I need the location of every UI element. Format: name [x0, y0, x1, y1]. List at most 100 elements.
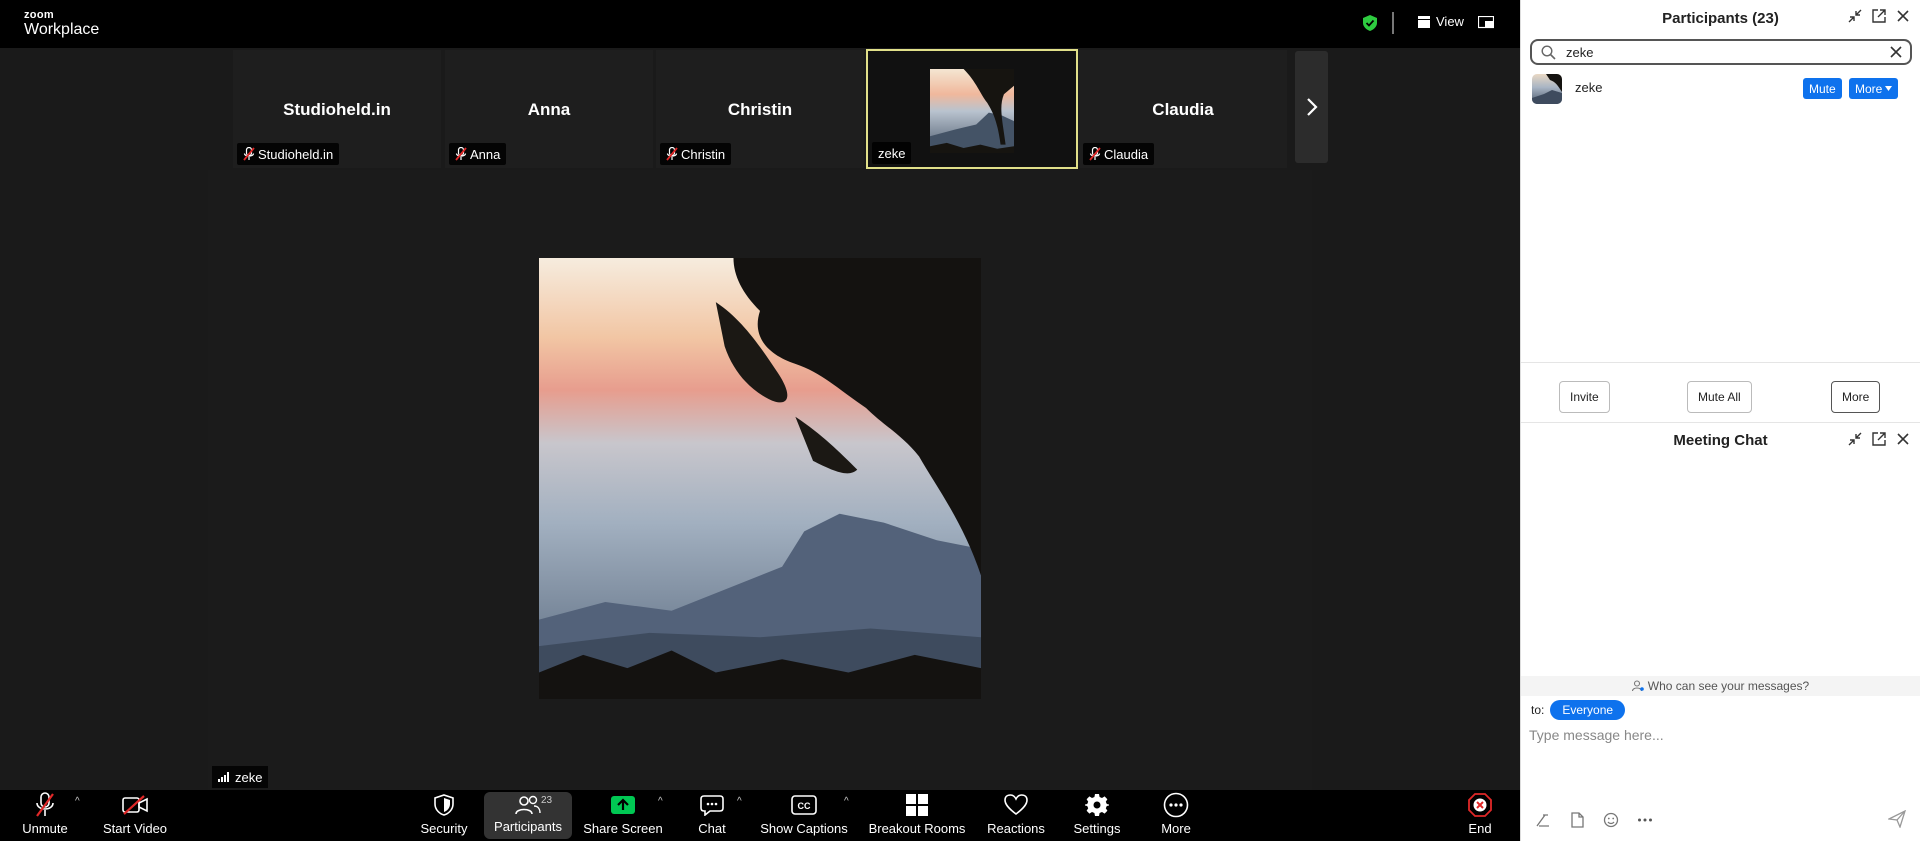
captions-options-caret[interactable]: ^: [844, 796, 849, 807]
tile-tag-label: zeke: [878, 145, 906, 161]
participants-actions: Invite Mute All More: [1521, 381, 1920, 413]
top-bar: zoom Workplace View: [0, 0, 1520, 48]
grid-view-icon: [1418, 15, 1430, 28]
participant-row[interactable]: zeke Mute More: [1521, 72, 1920, 104]
more-label: More: [1161, 821, 1191, 836]
participant-tile[interactable]: Christin Christin: [656, 50, 864, 168]
tile-name: Anna: [527, 100, 571, 119]
participant-tile[interactable]: Anna Anna: [445, 50, 653, 168]
emoji-icon[interactable]: [1603, 812, 1619, 828]
participant-tile-active[interactable]: zeke: [866, 49, 1078, 169]
speaker-video-image: [539, 258, 981, 699]
participants-search-input[interactable]: [1566, 43, 1866, 61]
participant-tile[interactable]: Claudia Claudia: [1079, 50, 1287, 168]
clear-search-icon[interactable]: [1890, 46, 1902, 58]
meeting-toolbar: Unmute ^ Start Video Security Participan…: [0, 790, 1520, 841]
participant-avatar: [1532, 74, 1562, 104]
svg-text:CC: CC: [798, 801, 811, 811]
view-button[interactable]: View: [1418, 14, 1464, 29]
invite-button[interactable]: Invite: [1559, 381, 1610, 413]
meeting-area: zoom Workplace View Studioheld.in Studio…: [0, 0, 1520, 841]
speaker-name-tag: zeke: [212, 766, 269, 788]
show-captions-button[interactable]: CC Show Captions: [758, 790, 850, 841]
settings-button[interactable]: Settings: [1070, 790, 1124, 841]
encryption-shield-icon[interactable]: [1363, 15, 1377, 31]
more-dots-icon: [1163, 792, 1189, 818]
tile-name: Christin: [727, 100, 793, 119]
share-options-caret[interactable]: ^: [658, 796, 663, 807]
participants-panel-controls: [1848, 9, 1910, 23]
pop-out-icon[interactable]: [1872, 9, 1886, 23]
unmute-button[interactable]: Unmute: [14, 790, 76, 841]
chat-label: Chat: [698, 821, 726, 836]
tile-name-tag: Anna: [449, 143, 507, 165]
caret-down-icon: [1885, 86, 1893, 91]
thumbnail-strip: Studioheld.in Studioheld.in Anna Anna Ch…: [230, 48, 1328, 170]
breakout-rooms-button[interactable]: Breakout Rooms: [866, 790, 968, 841]
collapse-icon[interactable]: [1848, 9, 1862, 23]
mic-muted-icon: [243, 147, 255, 161]
participants-icon: [515, 795, 541, 814]
participants-button[interactable]: Participants: [484, 792, 572, 839]
share-screen-icon: [611, 796, 635, 814]
chat-button[interactable]: Chat: [688, 790, 736, 841]
tile-name-tag: Studioheld.in: [237, 143, 340, 165]
tile-tag-label: Anna: [470, 146, 501, 162]
close-icon[interactable]: [1896, 9, 1910, 23]
participant-name: zeke: [1575, 80, 1603, 95]
mute-all-label: Mute All: [1698, 390, 1741, 404]
end-call-icon: [1468, 793, 1492, 817]
gear-icon: [1085, 794, 1109, 816]
recipient-selector[interactable]: Everyone: [1550, 700, 1626, 720]
audio-options-caret[interactable]: ^: [75, 796, 80, 807]
chat-panel-controls: [1848, 432, 1910, 446]
chat-tools: [1535, 812, 1653, 828]
unmute-label: Unmute: [22, 821, 68, 836]
mute-all-button[interactable]: Mute All: [1687, 381, 1752, 413]
send-icon[interactable]: [1888, 810, 1906, 828]
collapse-icon[interactable]: [1848, 432, 1862, 446]
tile-name: Studioheld.in: [283, 100, 391, 119]
share-screen-button[interactable]: Share Screen: [583, 790, 663, 841]
participant-more-label: More: [1855, 81, 1883, 96]
close-icon[interactable]: [1896, 432, 1910, 446]
more-options-icon[interactable]: [1637, 812, 1653, 828]
mute-participant-label: Mute: [1809, 81, 1836, 96]
who-can-see-link[interactable]: Who can see your messages?: [1521, 676, 1920, 696]
window-layout-icon[interactable]: [1478, 16, 1494, 30]
tile-tag-label: Christin: [681, 146, 726, 162]
participants-more-button[interactable]: More: [1831, 381, 1881, 413]
file-icon[interactable]: [1569, 812, 1585, 828]
participants-more-label: More: [1842, 390, 1870, 404]
more-button[interactable]: More: [1160, 790, 1192, 841]
next-page-button[interactable]: [1295, 51, 1328, 163]
invite-label: Invite: [1570, 390, 1599, 404]
show-captions-label: Show Captions: [760, 821, 848, 836]
reactions-label: Reactions: [987, 821, 1045, 836]
breakout-rooms-icon: [906, 794, 928, 816]
participants-count-badge: 23: [541, 795, 553, 806]
logo-workplace-text: Workplace: [24, 21, 100, 38]
chat-message-input[interactable]: [1529, 723, 1909, 747]
end-meeting-button[interactable]: End: [1466, 790, 1494, 841]
security-shield-icon: [434, 794, 454, 816]
tile-tag-label: Claudia: [1104, 146, 1149, 162]
breakout-rooms-label: Breakout Rooms: [868, 821, 966, 836]
participant-tile[interactable]: Studioheld.in Studioheld.in: [233, 50, 441, 168]
participants-label: Participants: [494, 819, 562, 834]
search-icon: [1541, 45, 1556, 60]
format-text-icon[interactable]: [1535, 812, 1551, 828]
chat-options-caret[interactable]: ^: [737, 796, 742, 807]
start-video-button[interactable]: Start Video: [100, 790, 170, 841]
reactions-button[interactable]: Reactions: [985, 790, 1047, 841]
security-button[interactable]: Security: [418, 790, 470, 841]
tile-name-tag: zeke: [872, 142, 912, 164]
mic-muted-icon: [1089, 147, 1101, 161]
signal-strength-icon: [218, 772, 229, 782]
participant-video-image: [930, 69, 1014, 153]
pop-out-icon[interactable]: [1872, 432, 1886, 446]
mute-participant-button[interactable]: Mute: [1803, 78, 1842, 99]
tile-name: Claudia: [1152, 100, 1214, 119]
view-label: View: [1436, 14, 1464, 29]
participant-more-button[interactable]: More: [1849, 78, 1899, 99]
